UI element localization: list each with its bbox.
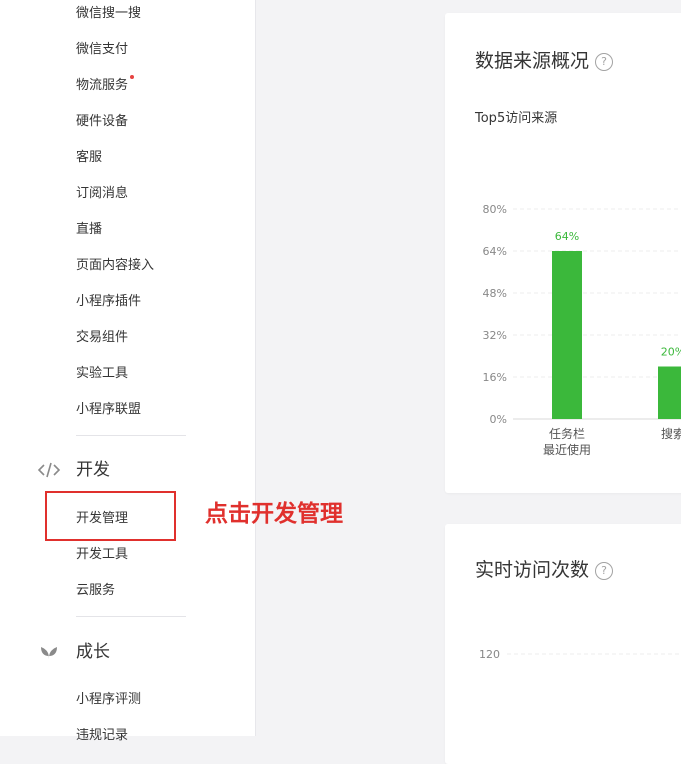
sidebar-item[interactable]: 微信支付 (76, 42, 128, 58)
y-tick-label: 32% (483, 329, 507, 342)
sidebar-item[interactable]: 直播 (76, 222, 102, 238)
sidebar-item[interactable]: 交易组件 (76, 330, 128, 346)
top5-sources-subtitle: Top5访问来源 (475, 111, 558, 126)
code-icon (37, 460, 61, 480)
sidebar-item[interactable]: 开发工具 (76, 547, 128, 563)
y-tick-label: 80% (483, 203, 507, 216)
sidebar-item[interactable]: 订阅消息 (76, 186, 128, 202)
help-icon[interactable]: ? (595, 52, 614, 71)
realtime-line-chart: 120 (479, 648, 681, 661)
x-category-label: 最近使用 (543, 442, 591, 457)
sidebar-item[interactable]: 微信搜一搜 (76, 6, 141, 22)
y-tick-label: 16% (483, 371, 507, 384)
sidebar-item[interactable]: 违规记录 (76, 728, 128, 744)
realtime-visits-title: 实时访问次数? (475, 558, 614, 582)
sidebar-item-label: 物流服务 (76, 75, 135, 93)
bar (658, 366, 681, 419)
sidebar-item-label: 硬件设备 (76, 114, 129, 129)
sidebar-item[interactable]: 小程序插件 (76, 294, 141, 310)
sidebar-item[interactable]: 客服 (76, 150, 102, 166)
sidebar-item-label: 客服 (76, 150, 103, 165)
help-icon[interactable]: ? (595, 561, 614, 580)
source-bar-chart: 0% 16% 32% 48% 64% 80% 64% 任务栏最近使用 20% 搜索 (483, 203, 681, 457)
y-tick-label: 64% (483, 245, 507, 258)
sidebar-item-label: 微信支付 (76, 42, 129, 57)
sidebar-item-label: 小程序插件 (76, 294, 142, 309)
bar (552, 251, 582, 419)
source-overview-card: 数据来源概况? Top5访问来源 0% 16% 32% 48% 64% 80% 64% 任务栏… (445, 13, 681, 493)
sidebar-item[interactable]: 云服务 (76, 583, 115, 599)
sidebar-item-label: 实验工具 (76, 366, 129, 381)
sidebar-item-label: 订阅消息 (76, 186, 129, 201)
y-tick-label: 48% (483, 287, 507, 300)
sidebar-item[interactable]: 小程序联盟 (76, 402, 141, 418)
highlight-box (45, 491, 176, 541)
sidebar-item-label: 交易组件 (76, 330, 129, 345)
y-tick-label: 120 (479, 648, 500, 661)
x-category-label: 搜索 (661, 426, 681, 441)
sidebar-item[interactable]: 物流服务 (76, 75, 135, 94)
annotation-text: 点击开发管理 (205, 501, 343, 527)
sidebar-item[interactable]: 实验工具 (76, 366, 128, 382)
sidebar-divider (76, 435, 186, 436)
section-title-dev[interactable]: 开发 (76, 460, 110, 480)
section-title-growth[interactable]: 成长 (76, 642, 110, 662)
y-tick-label: 0% (490, 413, 507, 426)
source-overview-title-text: 数据来源概况 (475, 50, 590, 72)
sprout-icon (37, 642, 61, 662)
sidebar-item[interactable]: 硬件设备 (76, 114, 128, 130)
bar-value-label: 20% (661, 346, 681, 359)
new-badge-dot (130, 75, 135, 79)
bar-value-label: 64% (555, 230, 579, 243)
realtime-visits-card: 实时访问次数? 120 (445, 524, 681, 764)
sidebar-item[interactable]: 小程序评测 (76, 692, 141, 708)
sidebar-item-label: 直播 (76, 222, 103, 237)
sidebar-item-label: 页面内容接入 (76, 258, 155, 273)
x-category-label: 任务栏 (549, 426, 585, 441)
realtime-visits-title-text: 实时访问次数 (475, 559, 590, 581)
source-overview-title: 数据来源概况? (475, 49, 614, 73)
sidebar: 微信搜一搜微信支付物流服务硬件设备客服订阅消息直播页面内容接入 小程序插件交易组件… (0, 0, 256, 743)
sidebar-item-label: 小程序联盟 (76, 402, 142, 417)
sidebar-item[interactable]: 页面内容接入 (76, 258, 154, 274)
sidebar-divider (76, 616, 186, 617)
sidebar-item-label: 微信搜一搜 (76, 6, 142, 21)
